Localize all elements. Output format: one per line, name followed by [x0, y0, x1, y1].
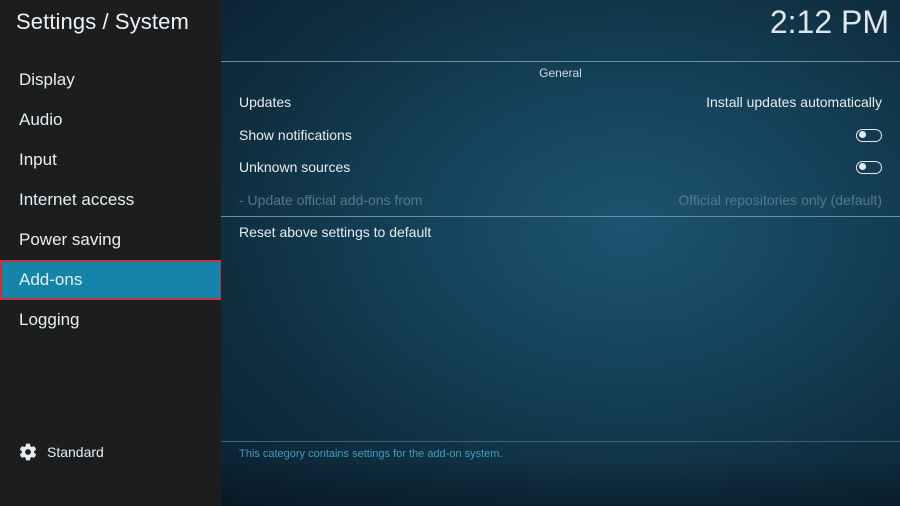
- sidebar-item-display[interactable]: Display: [0, 60, 221, 100]
- unknown-sources-toggle[interactable]: [856, 160, 882, 174]
- bottom-shade: [221, 464, 900, 506]
- sidebar: Settings / System Display Audio Input In…: [0, 0, 222, 506]
- settings-window: Settings / System Display Audio Input In…: [0, 0, 900, 506]
- toggle-knob: [859, 163, 866, 170]
- sidebar-item-audio[interactable]: Audio: [0, 100, 221, 140]
- divider: [221, 441, 900, 442]
- clock: 2:12 PM: [769, 4, 889, 40]
- reset-settings-button[interactable]: Reset above settings to default: [239, 224, 431, 240]
- setting-value: Official repositories only (default): [678, 192, 882, 208]
- sidebar-item-input[interactable]: Input: [0, 140, 221, 180]
- setting-label: Show notifications: [239, 127, 352, 143]
- setting-unknown-sources[interactable]: Unknown sources: [239, 155, 882, 179]
- setting-label: - Update official add-ons from: [239, 192, 423, 208]
- show-notifications-toggle[interactable]: [856, 128, 882, 142]
- section-header: General: [539, 66, 582, 80]
- sidebar-item-add-ons[interactable]: Add-ons: [0, 260, 222, 300]
- settings-panel: 2:12 PM General Updates Install updates …: [221, 0, 900, 506]
- setting-show-notifications[interactable]: Show notifications: [239, 123, 882, 147]
- divider: [221, 61, 900, 62]
- sidebar-item-power-saving[interactable]: Power saving: [0, 220, 221, 260]
- sidebar-item-internet-access[interactable]: Internet access: [0, 180, 221, 220]
- sidebar-item-logging[interactable]: Logging: [0, 300, 221, 340]
- setting-label: Unknown sources: [239, 159, 351, 175]
- setting-label: Updates: [239, 94, 292, 110]
- divider: [221, 216, 900, 217]
- setting-updates[interactable]: Updates Install updates automatically: [239, 90, 882, 114]
- setting-update-official-addons: - Update official add-ons from Official …: [239, 188, 882, 212]
- settings-level-button[interactable]: Standard: [18, 441, 104, 463]
- gear-icon: [18, 442, 38, 462]
- toggle-knob: [859, 131, 866, 138]
- category-description: This category contains settings for the …: [239, 448, 503, 460]
- settings-level-label: Standard: [47, 444, 104, 460]
- page-title: Settings / System: [16, 9, 189, 34]
- setting-value: Install updates automatically: [706, 94, 882, 110]
- category-list: Display Audio Input Internet access Powe…: [0, 60, 222, 340]
